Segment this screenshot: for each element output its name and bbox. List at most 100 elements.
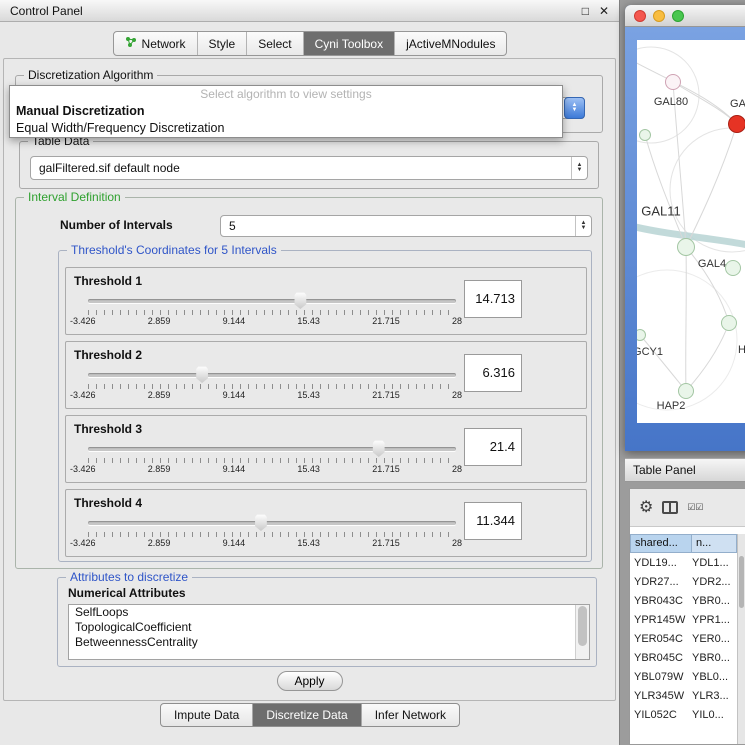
cell: YPR1...: [692, 614, 737, 626]
slider-track[interactable]: [88, 447, 456, 451]
desktop: Control Panel □ ✕ Network: [0, 0, 745, 745]
threshold-panel-2: Threshold 2 -3.426 2.859 9.144 15.43 21.…: [65, 341, 587, 409]
numerical-attributes-list[interactable]: SelfLoops TopologicalCoefficient Between…: [68, 604, 590, 660]
threshold-value-field[interactable]: 6.316: [464, 354, 522, 392]
network-node[interactable]: [725, 260, 741, 276]
column-header-name[interactable]: n...: [692, 534, 737, 553]
column-header-shared[interactable]: shared...: [630, 534, 692, 553]
list-item[interactable]: BetweennessCentrality: [69, 635, 589, 650]
tab-select[interactable]: Select: [246, 32, 302, 55]
dropdown-option-equal-width-frequency[interactable]: Equal Width/Frequency Discretization: [10, 120, 562, 137]
scale-label: 2.859: [148, 390, 171, 400]
slider-track[interactable]: [88, 373, 456, 377]
close-traffic-light-icon[interactable]: [634, 10, 646, 22]
network-window-titlebar[interactable]: [625, 5, 745, 27]
table-row[interactable]: YBL079W YBL0...: [630, 667, 737, 686]
scale-label: 21.715: [372, 538, 400, 548]
node-label: GAL11: [641, 204, 681, 219]
list-item[interactable]: SelfLoops: [69, 605, 589, 620]
scale-label: -3.426: [70, 538, 96, 548]
slider-thumb-icon[interactable]: [372, 440, 386, 457]
tab-jactivemnodules[interactable]: jActiveMNodules: [394, 32, 506, 55]
network-node-selected[interactable]: [728, 115, 745, 133]
list-item[interactable]: TopologicalCoefficient: [69, 620, 589, 635]
threshold-slider[interactable]: [88, 514, 456, 532]
cell: YPR145W: [630, 614, 692, 626]
threshold-value-field[interactable]: 11.344: [464, 502, 522, 540]
threshold-label: Threshold 1: [74, 274, 142, 288]
threshold-slider[interactable]: [88, 292, 456, 310]
table-row[interactable]: YER054C YER0...: [630, 629, 737, 648]
tab-infer-network[interactable]: Infer Network: [361, 704, 459, 726]
scale-label: 28: [452, 316, 462, 326]
window-title: Control Panel: [10, 4, 83, 18]
slider-track[interactable]: [88, 521, 456, 525]
scrollbar-thumb[interactable]: [578, 606, 587, 646]
table-row[interactable]: YLR345W YLR3...: [630, 686, 737, 705]
group-title: Discretization Algorithm: [24, 68, 157, 82]
columns-icon[interactable]: [662, 501, 678, 514]
tab-discretize-data[interactable]: Discretize Data: [252, 704, 360, 726]
gear-icon[interactable]: ⚙: [639, 500, 653, 516]
scrollbar-thumb[interactable]: [739, 556, 744, 608]
tab-network[interactable]: Network: [114, 32, 197, 55]
bottom-tab-bar: Impute Data Discretize Data Infer Networ…: [0, 703, 620, 727]
cell: YBL0...: [692, 671, 737, 683]
cell: YBR0...: [692, 652, 737, 664]
group-title: Attributes to discretize: [66, 570, 192, 584]
tab-label: Network: [142, 37, 186, 51]
scale-label: 2.859: [148, 538, 171, 548]
network-node[interactable]: [665, 74, 681, 90]
network-canvas[interactable]: GAL80 GA GAL11 GAL4 GCY1 H HAP2: [637, 40, 745, 423]
threshold-value-field[interactable]: 14.713: [464, 280, 522, 318]
cell: YDR27...: [630, 576, 692, 588]
cell: YBR0...: [692, 595, 737, 607]
float-window-icon[interactable]: □: [582, 5, 589, 17]
control-panel-titlebar[interactable]: Control Panel □ ✕: [0, 0, 619, 22]
combo-stepper-icon[interactable]: ▲▼: [575, 216, 591, 236]
slider-track[interactable]: [88, 299, 456, 303]
table-toolbar: ⚙ ☑☑: [630, 489, 745, 527]
network-node[interactable]: [721, 315, 737, 331]
network-node[interactable]: [677, 238, 695, 256]
combo-stepper-icon[interactable]: ▲▼: [564, 97, 585, 119]
threshold-slider[interactable]: [88, 440, 456, 458]
cell: YBR043C: [630, 595, 692, 607]
table-row[interactable]: YPR145W YPR1...: [630, 610, 737, 629]
table-row[interactable]: YIL052C YIL0...: [630, 705, 737, 724]
zoom-traffic-light-icon[interactable]: [672, 10, 684, 22]
network-node[interactable]: [678, 383, 694, 399]
slider-thumb-icon[interactable]: [293, 292, 307, 309]
number-of-intervals-combo[interactable]: 5 ▲▼: [220, 215, 592, 237]
threshold-value-field[interactable]: 21.4: [464, 428, 522, 466]
slider-thumb-icon[interactable]: [254, 514, 268, 531]
select-all-checks-icon[interactable]: ☑☑: [687, 502, 703, 513]
table-row[interactable]: YDL19... YDL1...: [630, 553, 737, 572]
close-window-icon[interactable]: ✕: [599, 5, 609, 17]
table-scrollbar[interactable]: [737, 534, 745, 744]
apply-button[interactable]: Apply: [276, 671, 342, 691]
threshold-panel-3: Threshold 3 -3.426 2.859 9.144 15.43 21.…: [65, 415, 587, 483]
tab-style[interactable]: Style: [197, 32, 247, 55]
scale-label: 28: [452, 464, 462, 474]
top-tab-bar: Network Style Select Cyni Toolbox jActiv…: [0, 31, 620, 56]
cell: YDR2...: [692, 576, 737, 588]
table-row[interactable]: YDR27... YDR2...: [630, 572, 737, 591]
list-scrollbar[interactable]: [575, 605, 589, 659]
table-row[interactable]: YBR045C YBR0...: [630, 648, 737, 667]
tab-cyni-toolbox[interactable]: Cyni Toolbox: [303, 32, 394, 55]
threshold-slider[interactable]: [88, 366, 456, 384]
cell: YBR045C: [630, 652, 692, 664]
table-row[interactable]: YBR043C YBR0...: [630, 591, 737, 610]
dropdown-option-manual-discretization[interactable]: Manual Discretization: [10, 103, 562, 120]
table-data-combo[interactable]: galFiltered.sif default node ▲▼: [30, 156, 588, 180]
combo-stepper-icon[interactable]: ▲▼: [571, 157, 587, 179]
slider-thumb-icon[interactable]: [195, 366, 209, 383]
tab-impute-data[interactable]: Impute Data: [161, 704, 252, 726]
network-node[interactable]: [639, 129, 651, 141]
minimize-traffic-light-icon[interactable]: [653, 10, 665, 22]
cell: YLR3...: [692, 690, 737, 702]
scale-label: 28: [452, 390, 462, 400]
table-panel-header[interactable]: Table Panel: [625, 458, 745, 482]
numerical-attributes-label: Numerical Attributes: [68, 586, 186, 600]
